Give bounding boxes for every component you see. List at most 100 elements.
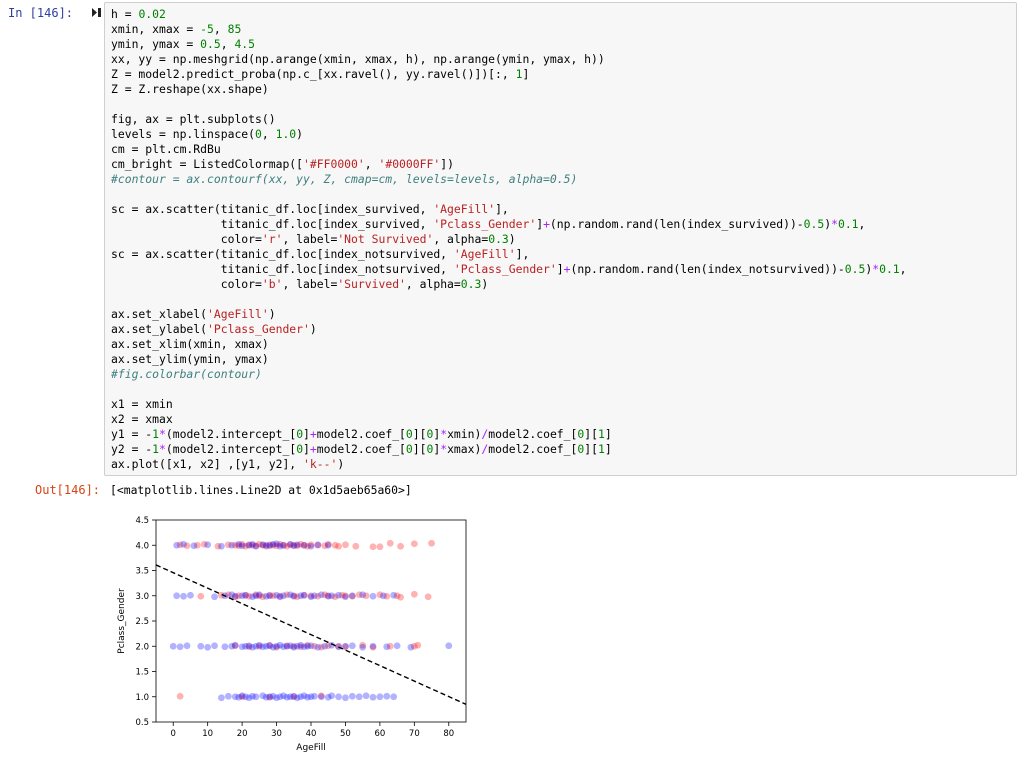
survived-point bbox=[231, 592, 239, 600]
code-token: ]) bbox=[440, 157, 454, 171]
y-axis-label: Pclass_Gender bbox=[117, 588, 127, 654]
code-token: + bbox=[309, 442, 317, 456]
survived-point bbox=[317, 591, 325, 599]
survived-point bbox=[176, 643, 184, 651]
code-token: titanic_df.loc[index_notsurvived, bbox=[111, 262, 454, 276]
survived-point bbox=[383, 643, 391, 651]
code-token: , label= bbox=[282, 232, 338, 246]
code-token: 85 bbox=[227, 22, 242, 36]
code-token: cm_bright = ListedColormap([ bbox=[111, 157, 304, 171]
y-tick-label: 4.5 bbox=[135, 516, 149, 526]
code-token: sc = ax.scatter(titanic_df.loc[index_not… bbox=[111, 247, 454, 261]
code-token: Z = model2.predict_proba(np.c_[xx.ravel(… bbox=[111, 67, 516, 81]
not-survived-point bbox=[424, 593, 432, 601]
survived-point bbox=[348, 642, 356, 650]
survived-point bbox=[359, 591, 367, 599]
survived-point bbox=[307, 642, 315, 650]
code-token: sc = ax.scatter(titanic_df.loc[index_sur… bbox=[111, 202, 434, 216]
code-token: (np.random.rand(len(index_notsurvived))- bbox=[570, 262, 845, 276]
code-token: 1 bbox=[152, 442, 160, 456]
code-token: fig, ax = plt.subplots() bbox=[111, 112, 276, 126]
code-token: + bbox=[543, 217, 550, 231]
survived-point bbox=[321, 642, 329, 650]
code-token: 0 bbox=[405, 427, 413, 441]
code-line: levels = np.linspace(0, 1.0) bbox=[111, 127, 303, 142]
code-token: ymin, ymax = bbox=[111, 37, 201, 51]
survived-point bbox=[362, 692, 370, 700]
x-tick-label: 70 bbox=[409, 729, 420, 739]
code-token: ax.set_ylim(ymin, ymax) bbox=[111, 352, 269, 366]
survived-point bbox=[169, 642, 177, 650]
code-token: h = bbox=[111, 7, 139, 21]
survived-point bbox=[204, 643, 212, 651]
code-token: ] bbox=[522, 67, 530, 81]
survived-point bbox=[369, 642, 377, 650]
survived-point bbox=[211, 642, 218, 650]
code-token: model2.coef_[ bbox=[316, 442, 406, 456]
code-line: ax.plot([x1, x2] ,[y1, y2], 'k--') bbox=[111, 457, 344, 472]
survived-point bbox=[342, 593, 349, 601]
code-token: y1 = - bbox=[111, 427, 153, 441]
code-line: x1 = xmin bbox=[111, 397, 173, 412]
survived-point bbox=[328, 592, 336, 600]
code-token: , bbox=[364, 157, 379, 171]
survived-point bbox=[307, 542, 315, 550]
not-survived-point bbox=[428, 539, 435, 547]
not-survived-point bbox=[197, 592, 205, 600]
code-token: ] bbox=[303, 427, 310, 441]
survived-point bbox=[190, 542, 198, 550]
code-token: -5 bbox=[200, 22, 214, 36]
code-token: * bbox=[159, 442, 166, 456]
survived-point bbox=[314, 541, 322, 549]
collapse-icon[interactable] bbox=[91, 7, 102, 18]
x-tick-label: 30 bbox=[271, 729, 282, 739]
code-token: ) bbox=[481, 277, 489, 291]
code-token: ], bbox=[515, 247, 530, 261]
code-token: 0 bbox=[405, 442, 413, 456]
input-prompt: In [146]: bbox=[8, 6, 74, 20]
code-line: xx, yy = np.meshgrid(np.arange(xmin, xma… bbox=[111, 52, 605, 67]
code-token: 1.0 bbox=[275, 127, 297, 141]
code-token: x2 = xmax bbox=[111, 412, 173, 426]
code-token: 0.5 bbox=[803, 217, 825, 231]
code-token: , bbox=[858, 217, 866, 231]
not-survived-point bbox=[414, 641, 422, 649]
survived-point bbox=[252, 693, 260, 701]
code-token: ], bbox=[495, 202, 509, 216]
code-line: xmin, xmax = -5, 85 bbox=[111, 22, 241, 37]
survived-point bbox=[224, 692, 232, 700]
survived-point bbox=[317, 693, 325, 701]
survived-point bbox=[300, 541, 308, 549]
survived-point bbox=[266, 592, 274, 600]
code-token: , bbox=[220, 37, 235, 51]
code-token: levels = np.linspace( bbox=[111, 127, 256, 141]
code-token: ax.plot([x1, x2] ,[y1, y2], bbox=[111, 457, 304, 471]
code-token: color= bbox=[111, 277, 262, 291]
code-token: 'AgeFill' bbox=[433, 202, 496, 216]
code-line: #contour = ax.contourf(xx, yy, Z, cmap=c… bbox=[111, 172, 577, 187]
survived-point bbox=[204, 541, 212, 549]
code-line: #fig.colorbar(contour) bbox=[111, 367, 262, 382]
survived-point bbox=[173, 541, 181, 549]
survived-point bbox=[280, 541, 287, 549]
code-token: 'r' bbox=[261, 232, 283, 246]
x-tick-label: 20 bbox=[237, 729, 248, 739]
survived-point bbox=[335, 693, 342, 701]
code-line: fig, ax = plt.subplots() bbox=[111, 112, 276, 127]
survived-point bbox=[328, 692, 336, 700]
code-token: , alpha= bbox=[433, 232, 489, 246]
survived-point bbox=[359, 643, 367, 651]
not-survived-point bbox=[386, 539, 394, 547]
x-axis-label: AgeFill bbox=[296, 743, 325, 753]
code-line: color='b', label='Survived', alpha=0.3) bbox=[111, 277, 489, 292]
code-token: #contour = ax.contourf(xx, yy, Z, cmap=c… bbox=[111, 172, 578, 186]
survived-point bbox=[290, 592, 298, 600]
survived-point bbox=[390, 591, 398, 599]
code-input-area[interactable]: h = 0.02 xmin, xmax = -5, 85 ymin, ymax = … bbox=[104, 2, 1017, 476]
code-token: 'Pclass_Gender' bbox=[453, 262, 557, 276]
code-token: ] bbox=[556, 262, 564, 276]
not-survived-point bbox=[397, 542, 404, 550]
survived-point bbox=[231, 641, 239, 649]
code-line: sc = ax.scatter(titanic_df.loc[index_sur… bbox=[111, 202, 509, 217]
code-line: Z = model2.predict_proba(np.c_[xx.ravel(… bbox=[111, 67, 529, 82]
